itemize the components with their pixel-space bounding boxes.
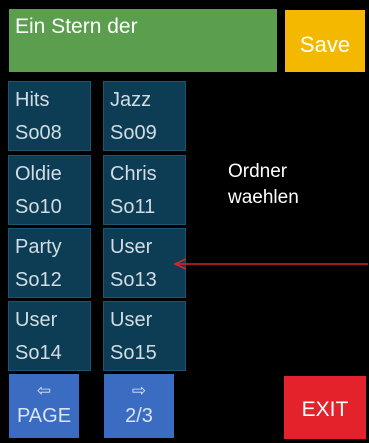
folder-name: User <box>110 309 153 331</box>
folder-code: So12 <box>15 269 62 291</box>
folder-button-so12[interactable]: Party So12 <box>8 228 91 298</box>
arrow-left-icon: ⇦ <box>36 381 52 400</box>
folder-code: So11 <box>110 196 156 218</box>
folder-button-so11[interactable]: Chris So11 <box>103 155 186 225</box>
folder-button-so09[interactable]: Jazz So09 <box>103 81 186 151</box>
folder-name: Hits <box>15 89 50 111</box>
save-button[interactable]: Save <box>285 10 365 72</box>
pointer-arrow-icon <box>173 258 368 270</box>
page-next-button[interactable]: ⇨ 2/3 <box>104 374 174 438</box>
folder-code: So15 <box>110 342 157 364</box>
name-field-text: Ein Stern der <box>15 15 138 38</box>
folder-name: Chris <box>110 163 157 185</box>
folder-name: Party <box>15 236 62 258</box>
save-button-label: Save <box>299 32 351 57</box>
select-folder-hint: Ordner waehlen <box>228 159 348 211</box>
hint-line-1: Ordner <box>228 161 288 182</box>
folder-button-so14[interactable]: User So14 <box>8 301 91 371</box>
page-prev-button[interactable]: ⇦ PAGE <box>9 374 79 438</box>
exit-button[interactable]: EXIT <box>284 376 366 439</box>
folder-code: So10 <box>15 196 62 218</box>
page-label: PAGE <box>16 405 72 427</box>
folder-name: Oldie <box>15 163 62 185</box>
folder-name: Jazz <box>110 89 152 111</box>
name-field[interactable]: Ein Stern der <box>9 9 277 72</box>
folder-name: User <box>15 309 58 331</box>
folder-button-so10[interactable]: Oldie So10 <box>8 155 91 225</box>
exit-button-label: EXIT <box>301 397 349 421</box>
hint-line-2: waehlen <box>228 187 299 208</box>
folder-button-so08[interactable]: Hits So08 <box>8 81 91 151</box>
page-counter: 2/3 <box>125 405 153 427</box>
folder-code: So14 <box>15 342 62 364</box>
arrow-right-icon: ⇨ <box>131 381 147 400</box>
folder-button-so15[interactable]: User So15 <box>103 301 186 371</box>
folder-code: So09 <box>110 122 157 144</box>
folder-code: So08 <box>15 122 62 144</box>
